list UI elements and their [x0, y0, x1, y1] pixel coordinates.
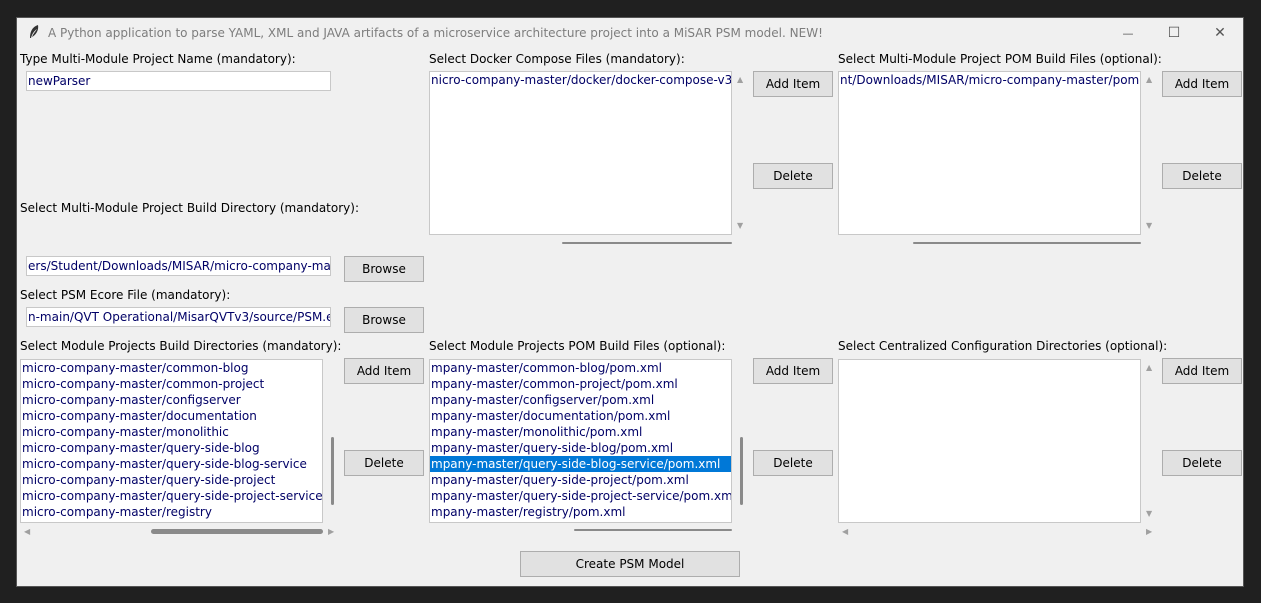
pom-build-files-vscroll[interactable]: ▲ ▼ [1143, 71, 1160, 235]
maximize-button[interactable]: ☐ [1151, 18, 1197, 48]
module-build-dirs-hscroll[interactable]: ◀ ▶ [20, 523, 340, 540]
config-dirs-delete-button[interactable]: Delete [1162, 450, 1242, 476]
docker-compose-hscroll[interactable] [429, 236, 749, 253]
docker-compose-hscroll-thumb[interactable] [562, 242, 732, 244]
module-pom-files-list[interactable]: mpany-master/common-blog/pom.xml mpany-ma… [429, 359, 732, 523]
list-item[interactable]: mpany-master/query-side-blog-service/pom… [430, 456, 731, 472]
module-pom-files-add-button[interactable]: Add Item [753, 358, 833, 384]
config-dirs-list[interactable] [838, 359, 1141, 523]
project-name-label: Type Multi-Module Project Name (mandator… [20, 52, 296, 66]
create-psm-model-button[interactable]: Create PSM Model [520, 551, 740, 577]
module-pom-files-hscroll-thumb[interactable] [574, 529, 732, 531]
list-item[interactable]: mpany-master/query-side-project/pom.xml [430, 472, 731, 488]
minimize-icon: — [1122, 26, 1134, 40]
list-item[interactable]: micro-company-master/common-project [21, 376, 322, 392]
pom-build-files-label: Select Multi-Module Project POM Build Fi… [838, 52, 1162, 66]
module-build-dirs-add-button[interactable]: Add Item [344, 358, 424, 384]
module-pom-files-hscroll[interactable] [429, 523, 749, 540]
module-pom-files-delete-button[interactable]: Delete [753, 450, 833, 476]
module-build-dirs-vscroll[interactable] [325, 359, 342, 523]
module-pom-files-label: Select Module Projects POM Build Files (… [429, 339, 726, 353]
window-title: A Python application to parse YAML, XML … [48, 26, 823, 40]
list-item[interactable]: micro-company-master/query-side-blog-ser… [21, 456, 322, 472]
docker-compose-label: Select Docker Compose Files (mandatory): [429, 52, 685, 66]
psm-ecore-input[interactable]: n-main/QVT Operational/MisarQVTv3/source… [26, 307, 331, 327]
list-item[interactable]: mpany-master/common-blog/pom.xml [430, 360, 731, 376]
list-item[interactable]: micro-company-master/query-side-project-… [21, 488, 322, 504]
scroll-up-icon[interactable]: ▲ [737, 75, 743, 85]
pom-build-files-add-button[interactable]: Add Item [1162, 71, 1242, 97]
main-window: A Python application to parse YAML, XML … [16, 17, 1244, 587]
scroll-up-icon[interactable]: ▲ [1146, 363, 1152, 373]
pom-build-files-list[interactable]: nt/Downloads/MISAR/micro-company-master/… [838, 71, 1141, 235]
module-pom-files-vscroll-thumb[interactable] [740, 437, 743, 505]
config-dirs-label: Select Centralized Configuration Directo… [838, 339, 1168, 353]
module-build-dirs-vscroll-thumb[interactable] [331, 437, 334, 505]
docker-compose-vscroll[interactable]: ▲ ▼ [734, 71, 751, 235]
maximize-icon: ☐ [1167, 25, 1181, 41]
build-directory-input[interactable]: ers/Student/Downloads/MISAR/micro-compan… [26, 256, 331, 276]
scroll-down-icon[interactable]: ▼ [1146, 221, 1152, 231]
module-build-dirs-hscroll-thumb[interactable] [151, 529, 323, 534]
psm-ecore-label: Select PSM Ecore File (mandatory): [20, 288, 231, 302]
list-item[interactable]: micro-company-master/configserver [21, 392, 322, 408]
module-pom-files-vscroll[interactable] [734, 359, 751, 523]
scroll-left-icon[interactable]: ◀ [24, 527, 30, 537]
title-bar: A Python application to parse YAML, XML … [17, 18, 1243, 48]
scroll-down-icon[interactable]: ▼ [737, 221, 743, 231]
list-item[interactable]: mpany-master/documentation/pom.xml [430, 408, 731, 424]
list-item[interactable]: micro-company-master/query-side-project [21, 472, 322, 488]
scroll-up-icon[interactable]: ▲ [1146, 75, 1152, 85]
pom-build-files-hscroll[interactable] [838, 236, 1158, 253]
build-directory-label: Select Multi-Module Project Build Direct… [20, 201, 359, 215]
docker-compose-list[interactable]: nicro-company-master/docker/docker-compo… [429, 71, 732, 235]
docker-compose-add-button[interactable]: Add Item [753, 71, 833, 97]
list-item[interactable]: micro-company-master/common-blog [21, 360, 322, 376]
scroll-down-icon[interactable]: ▼ [1146, 509, 1152, 519]
list-item[interactable]: mpany-master/registry/pom.xml [430, 504, 731, 520]
docker-compose-delete-button[interactable]: Delete [753, 163, 833, 189]
list-item[interactable]: mpany-master/configserver/pom.xml [430, 392, 731, 408]
scroll-right-icon[interactable]: ▶ [1146, 527, 1152, 537]
psm-ecore-browse-button[interactable]: Browse [344, 307, 424, 333]
list-item[interactable]: micro-company-master/documentation [21, 408, 322, 424]
list-item[interactable]: micro-company-master/registry [21, 504, 322, 520]
pom-build-files-delete-button[interactable]: Delete [1162, 163, 1242, 189]
feather-icon [30, 25, 39, 38]
module-build-dirs-delete-button[interactable]: Delete [344, 450, 424, 476]
minimize-button[interactable]: — [1105, 18, 1151, 48]
project-name-input[interactable]: newParser [26, 71, 331, 91]
module-build-dirs-list[interactable]: micro-company-master/common-blog micro-co… [20, 359, 323, 523]
list-item[interactable]: nt/Downloads/MISAR/micro-company-master/… [839, 72, 1140, 88]
close-icon: ✕ [1214, 25, 1226, 41]
list-item[interactable]: mpany-master/query-side-project-service/… [430, 488, 731, 504]
list-item[interactable]: mpany-master/common-project/pom.xml [430, 376, 731, 392]
list-item[interactable]: micro-company-master/monolithic [21, 424, 322, 440]
list-item[interactable]: micro-company-master/query-side-blog [21, 440, 322, 456]
module-build-dirs-label: Select Module Projects Build Directories… [20, 339, 342, 353]
build-directory-browse-button[interactable]: Browse [344, 256, 424, 282]
list-item[interactable]: nicro-company-master/docker/docker-compo… [430, 72, 731, 88]
list-item[interactable]: mpany-master/query-side-blog/pom.xml [430, 440, 731, 456]
config-dirs-vscroll[interactable]: ▲ ▼ [1143, 359, 1160, 523]
scroll-right-icon[interactable]: ▶ [328, 527, 334, 537]
config-dirs-hscroll[interactable]: ◀ ▶ [838, 523, 1158, 540]
pom-build-files-hscroll-thumb[interactable] [913, 242, 1141, 244]
config-dirs-add-button[interactable]: Add Item [1162, 358, 1242, 384]
scroll-left-icon[interactable]: ◀ [842, 527, 848, 537]
list-item[interactable]: mpany-master/monolithic/pom.xml [430, 424, 731, 440]
close-button[interactable]: ✕ [1197, 18, 1243, 48]
